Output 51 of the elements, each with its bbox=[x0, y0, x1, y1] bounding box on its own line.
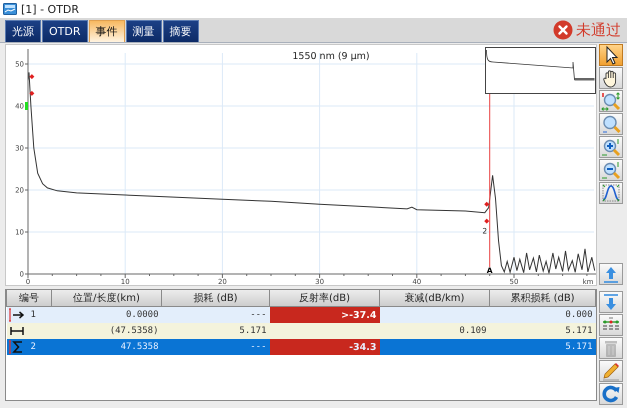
tool-button[interactable] bbox=[599, 67, 623, 89]
overview-thumbnail[interactable] bbox=[485, 47, 596, 94]
zoom-in-icon bbox=[601, 137, 621, 157]
tab[interactable]: OTDR bbox=[42, 20, 88, 42]
column-header[interactable]: 累积损耗 (dB) bbox=[490, 290, 596, 306]
window-title: [1] - OTDR bbox=[21, 2, 80, 16]
table-row[interactable]: 1 0.0000 --- >-37.4 0.000 bbox=[6, 306, 596, 323]
tab[interactable]: 事件 bbox=[88, 20, 124, 42]
table-cell: 0.000 bbox=[490, 306, 596, 323]
column-header[interactable]: 反射率(dB) bbox=[270, 290, 380, 306]
column-header[interactable]: 位置/长度(km) bbox=[52, 290, 162, 306]
table-cell: 0.109 bbox=[380, 323, 490, 339]
table-cell: 47.5358 bbox=[52, 339, 162, 355]
status-text: 未通过 bbox=[576, 20, 621, 40]
table-cell: 5.171 bbox=[162, 323, 270, 339]
pencil-icon bbox=[601, 361, 621, 381]
column-header[interactable]: 损耗 (dB) bbox=[162, 290, 270, 306]
table-cell: 5.171 bbox=[490, 339, 596, 355]
event-marker[interactable] bbox=[484, 202, 490, 207]
table-row[interactable]: 2 47.5358 --- -34.3 5.171 bbox=[6, 339, 596, 355]
level-marker bbox=[25, 102, 28, 110]
reflectance-cell: -34.3 bbox=[270, 339, 380, 355]
sigma-icon bbox=[8, 339, 24, 355]
table-cell: --- bbox=[162, 306, 270, 323]
app-icon bbox=[3, 3, 17, 15]
column-header[interactable]: 衰减(dB/km) bbox=[380, 290, 490, 306]
table-cell: (47.5358) bbox=[52, 323, 162, 339]
event-marker[interactable] bbox=[484, 218, 490, 224]
table-cell: 0.0000 bbox=[52, 306, 162, 323]
event-number: 1 bbox=[30, 310, 36, 320]
cursor-line[interactable] bbox=[489, 94, 490, 268]
table-cell: 5.171 bbox=[490, 323, 596, 339]
launch-icon bbox=[8, 307, 24, 323]
zoom-out-icon bbox=[601, 160, 621, 180]
tab[interactable]: 摘要 bbox=[162, 20, 198, 42]
event-marker[interactable] bbox=[29, 74, 34, 80]
event-marker[interactable] bbox=[29, 90, 34, 96]
refresh-icon bbox=[601, 384, 621, 404]
zoom-icon bbox=[601, 91, 621, 111]
peak-icon bbox=[601, 183, 621, 203]
arrow-down-icon bbox=[601, 292, 621, 312]
table-row[interactable]: (47.5358) 5.171 0.109 5.171 bbox=[6, 323, 596, 339]
reflectance-cell: >-37.4 bbox=[270, 306, 380, 323]
event-number: 2 bbox=[30, 342, 36, 352]
zoom-icon bbox=[601, 114, 621, 134]
tab[interactable]: 测量 bbox=[126, 20, 162, 42]
chart-title: 1550 nm (9 μm) bbox=[292, 51, 370, 62]
table-cell: --- bbox=[162, 339, 270, 355]
column-header[interactable]: 编号 bbox=[6, 290, 52, 306]
tool-button[interactable] bbox=[599, 44, 623, 66]
tab[interactable]: 光源 bbox=[5, 20, 41, 42]
